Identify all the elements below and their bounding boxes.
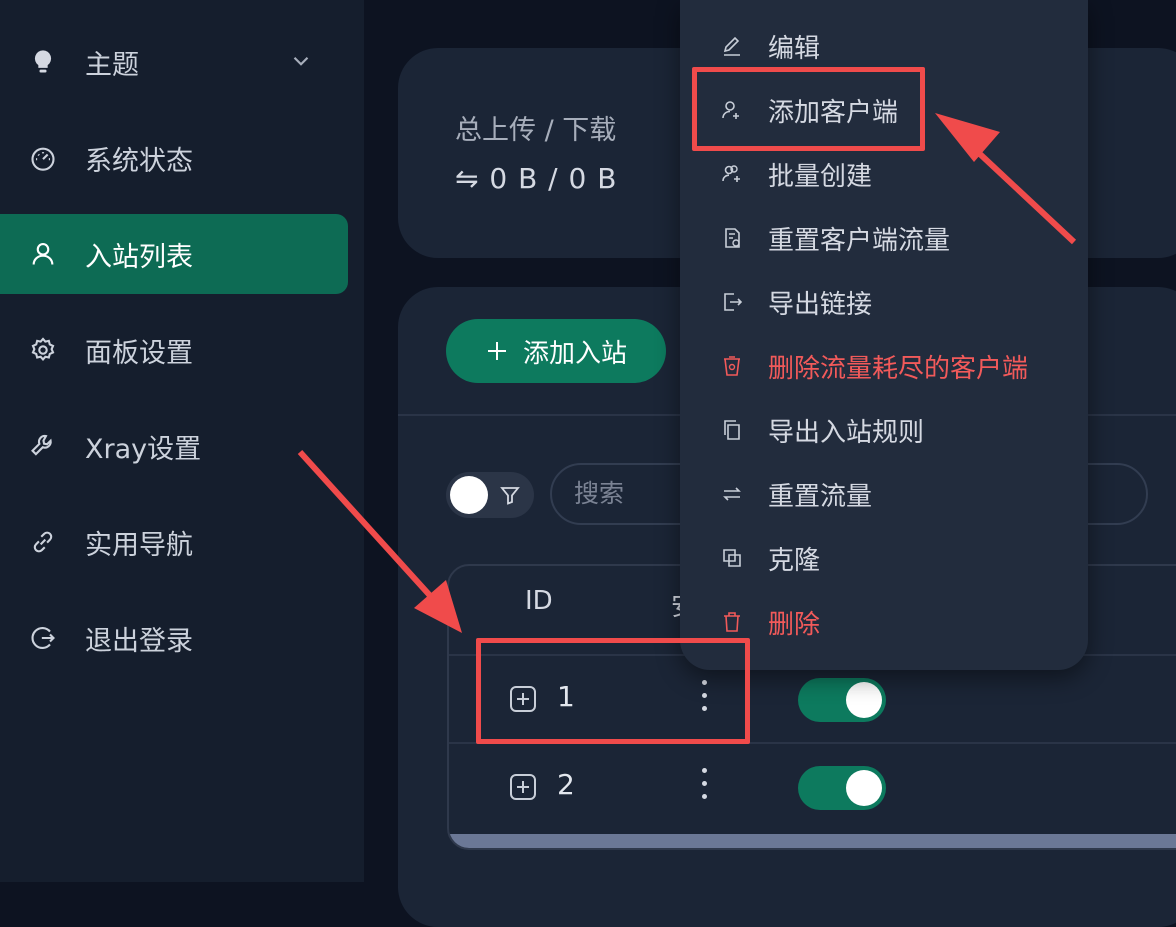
edit-icon	[723, 36, 740, 56]
dashboard-icon	[28, 143, 58, 173]
sidebar-item-system-status[interactable]: 系统状态	[0, 118, 348, 198]
column-header-id[interactable]: ID	[525, 586, 553, 616]
sidebar-item-label: 入站列表	[85, 241, 193, 273]
menu-item-reset-client-traffic[interactable]: 重置客户端流量	[680, 206, 1088, 270]
sidebar-item-label: 实用导航	[85, 529, 193, 561]
sidebar-item-panel-settings[interactable]: 面板设置	[0, 310, 348, 390]
menu-item-reset-traffic[interactable]: 重置流量	[680, 462, 1088, 526]
more-menu-icon[interactable]	[699, 768, 709, 808]
logout-icon	[28, 623, 58, 653]
row-id: 1	[557, 680, 575, 713]
retweet-icon	[723, 487, 741, 501]
wrench-icon	[28, 431, 58, 461]
sidebar-item-theme[interactable]: 主题	[0, 22, 348, 102]
horizontal-scrollbar[interactable]	[449, 834, 1176, 848]
chevron-down-icon	[293, 56, 309, 66]
menu-item-edit[interactable]: 编辑	[680, 14, 1088, 78]
gear-icon	[28, 335, 58, 365]
user-icon	[28, 239, 58, 269]
sidebar-item-label: 面板设置	[85, 337, 193, 369]
cup-delete-icon	[724, 356, 740, 376]
sidebar: 主题 系统状态 入站列表 面板设置 Xray设置 实用导航 退出登录	[0, 0, 364, 882]
enable-switch[interactable]	[798, 766, 886, 810]
sidebar-item-logout[interactable]: 退出登录	[0, 598, 348, 678]
sidebar-item-inbound-list[interactable]: 入站列表	[0, 214, 348, 294]
copy-icon	[724, 420, 740, 440]
add-inbound-button[interactable]: 添加入站	[446, 319, 666, 383]
bulb-icon	[28, 47, 58, 77]
expand-icon[interactable]	[510, 686, 536, 712]
sidebar-item-navigation[interactable]: 实用导航	[0, 502, 348, 582]
traffic-label: 总上传 / 下载	[455, 115, 617, 146]
plus-icon	[487, 342, 506, 360]
users-add-icon	[722, 165, 740, 182]
menu-item-export-links[interactable]: 导出链接	[680, 270, 1088, 334]
file-reset-icon	[725, 228, 740, 248]
menu-item-batch-create[interactable]: 批量创建	[680, 142, 1088, 206]
sidebar-item-label: 主题	[85, 49, 139, 81]
menu-item-add-client[interactable]: 添加客户端	[680, 78, 1088, 142]
trash-icon	[724, 612, 740, 632]
sidebar-item-xray-settings[interactable]: Xray设置	[0, 406, 348, 486]
inbound-context-menu: 编辑 添加客户端 批量创建 重置客户端流量 导出链接 删除流量耗尽的客户端 导出…	[680, 0, 1088, 670]
export-icon	[724, 293, 743, 311]
more-menu-icon[interactable]	[699, 680, 709, 720]
clone-icon	[723, 549, 741, 567]
sidebar-item-label: Xray设置	[85, 433, 202, 465]
sidebar-item-label: 退出登录	[85, 625, 193, 657]
enable-switch[interactable]	[798, 678, 886, 722]
add-inbound-label: 添加入站	[522, 337, 627, 368]
filter-toggle[interactable]	[446, 472, 534, 518]
menu-item-delete-depleted-clients[interactable]: 删除流量耗尽的客户端	[680, 334, 1088, 398]
search-placeholder: 搜索	[574, 479, 625, 508]
link-icon	[28, 527, 58, 557]
toggle-knob	[450, 476, 488, 514]
menu-item-delete[interactable]: 删除	[680, 590, 1088, 654]
menu-item-export-inbound-rules[interactable]: 导出入站规则	[680, 398, 1088, 462]
expand-icon[interactable]	[510, 774, 536, 800]
filter-icon	[500, 487, 520, 505]
row-id: 2	[557, 768, 575, 801]
menu-item-clone[interactable]: 克隆	[680, 526, 1088, 590]
table-row: 2	[449, 742, 1176, 832]
traffic-value: ⇋ 0 B / 0 B	[455, 162, 618, 195]
user-add-icon	[722, 101, 739, 119]
sidebar-item-label: 系统状态	[85, 145, 193, 177]
